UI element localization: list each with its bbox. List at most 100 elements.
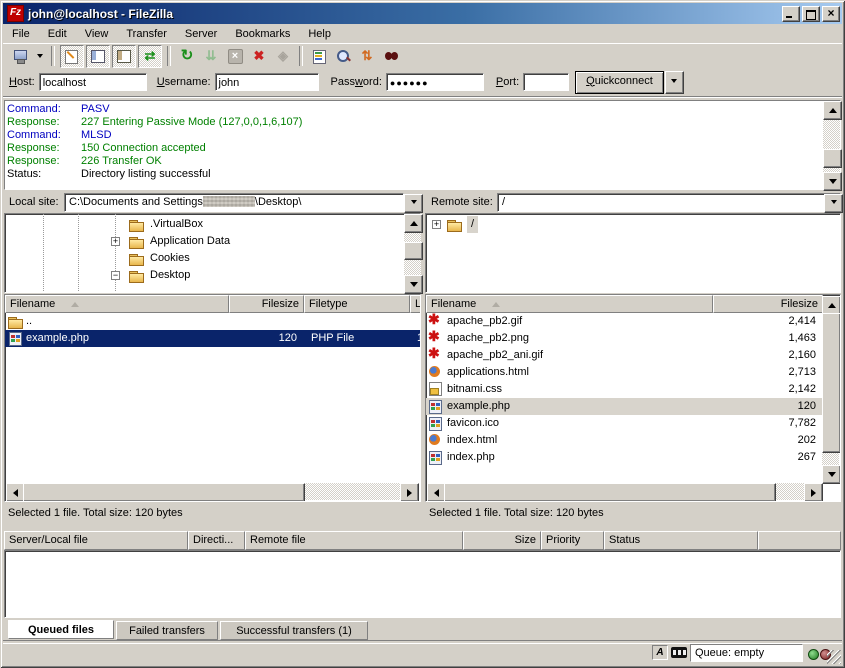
toggle-queue-button[interactable]: ⇄ (138, 45, 162, 68)
tab-queued-files[interactable]: Queued files (8, 620, 114, 639)
disconnect-button[interactable]: ✖ (248, 46, 270, 67)
expand-plus-icon[interactable]: + (432, 220, 441, 229)
maximize-button[interactable] (802, 6, 820, 22)
tab-failed-transfers[interactable]: Failed transfers (116, 621, 218, 640)
username-input[interactable]: john (215, 73, 319, 91)
column-header-filesize[interactable]: Filesize (229, 295, 304, 313)
process-queue-button[interactable]: ⇊ (200, 46, 222, 67)
expand-plus-icon[interactable]: + (111, 237, 120, 246)
remote-list-hscrollbar[interactable] (427, 483, 823, 500)
menu-help[interactable]: Help (299, 26, 340, 42)
menu-transfer[interactable]: Transfer (117, 26, 176, 42)
local-tree-scrollbar[interactable] (404, 214, 421, 292)
refresh-icon: ↻ (179, 48, 195, 64)
menu-view[interactable]: View (76, 26, 118, 42)
file-row[interactable]: index.php 267 (426, 449, 823, 466)
local-tree-pane[interactable]: .VirtualBox + Application Data Cookies −… (4, 213, 421, 293)
datatype-indicator[interactable]: A (652, 645, 668, 660)
file-row[interactable]: ✱ apache_pb2.gif 2,414 (426, 313, 823, 330)
tree-item-desktop[interactable]: − Desktop (5, 267, 405, 284)
port-input[interactable] (523, 73, 569, 91)
column-header-server-local-file[interactable]: Server/Local file (4, 531, 188, 550)
toggle-remote-tree-button[interactable] (112, 45, 136, 68)
scroll-down-arrow[interactable] (404, 275, 423, 294)
quickconnect-dropdown[interactable] (665, 71, 684, 94)
host-input[interactable]: localhost (39, 73, 147, 91)
remote-list-vscrollbar[interactable] (822, 296, 839, 484)
menu-server[interactable]: Server (176, 26, 226, 42)
menu-file[interactable]: File (3, 26, 39, 42)
title-bar[interactable]: Fz john@localhost - FileZilla × (3, 3, 842, 24)
menu-edit[interactable]: Edit (39, 26, 76, 42)
directory-comparison-button[interactable] (332, 46, 354, 67)
local-site-combo-arrow[interactable] (404, 194, 423, 213)
minimize-button[interactable] (782, 6, 800, 22)
collapse-minus-icon[interactable]: − (111, 271, 120, 280)
log-scrollbar[interactable] (823, 101, 840, 189)
local-list-hscrollbar[interactable] (6, 483, 419, 500)
toggle-message-log-button[interactable] (60, 45, 84, 68)
tree-item-application-data[interactable]: + Application Data (5, 233, 405, 250)
column-header-direction[interactable]: Directi... (188, 531, 245, 550)
column-header-filetype[interactable]: Filetype (304, 295, 410, 313)
tab-successful-transfers[interactable]: Successful transfers (1) (220, 621, 368, 640)
file-row[interactable]: index.html 202 (426, 432, 823, 449)
file-row[interactable]: ✱ apache_pb2.png 1,463 (426, 330, 823, 347)
quickconnect-button[interactable]: Quickconnect (575, 71, 664, 94)
menu-bookmarks[interactable]: Bookmarks (226, 26, 299, 42)
close-button[interactable]: × (822, 6, 840, 22)
scroll-up-arrow[interactable] (404, 214, 423, 233)
column-header-filesize[interactable]: Filesize (713, 295, 823, 313)
file-row[interactable]: applications.html 2,713 (426, 364, 823, 381)
port-label: Port: (496, 76, 519, 88)
cancel-button[interactable]: × (224, 46, 246, 67)
menu-bar: File Edit View Transfer Server Bookmarks… (3, 24, 842, 43)
file-row[interactable]: bitnami.css 2,142 (426, 381, 823, 398)
file-row-selected[interactable]: example.php 120 PHP File 1 (5, 330, 421, 347)
file-row-up[interactable]: .. (5, 313, 421, 330)
scroll-down-arrow[interactable] (823, 172, 842, 191)
column-header-filename[interactable]: Filename (5, 295, 229, 313)
scrollbar-thumb[interactable] (444, 483, 776, 502)
tree-item-root[interactable]: + / (426, 216, 826, 233)
local-file-list[interactable]: Filename Filesize Filetype L .. example.… (4, 294, 421, 502)
remote-site-combo-arrow[interactable] (824, 194, 843, 213)
column-header-priority[interactable]: Priority (541, 531, 604, 550)
synchronized-browsing-button[interactable]: ⇅ (356, 46, 378, 67)
column-header-filename[interactable]: Filename (426, 295, 713, 313)
toggle-local-tree-button[interactable] (86, 45, 110, 68)
site-manager-dropdown[interactable] (34, 46, 46, 67)
local-site-combo[interactable]: C:\Documents and Settings\Desktop\ (64, 193, 404, 212)
speedlimit-indicator-icon[interactable] (671, 647, 687, 658)
scrollbar-thumb[interactable] (823, 149, 842, 168)
tree-item-virtualbox[interactable]: .VirtualBox (5, 216, 405, 233)
reconnect-button[interactable]: ◈ (272, 46, 294, 67)
password-input[interactable]: ●●●●●● (386, 73, 484, 91)
scroll-right-arrow[interactable] (400, 483, 419, 502)
column-header-size[interactable]: Size (463, 531, 541, 550)
column-header-modified[interactable]: L (410, 295, 421, 313)
refresh-button[interactable]: ↻ (176, 46, 198, 67)
remote-site-combo[interactable]: / (497, 193, 841, 212)
message-log[interactable]: Command:PASV Response:227 Entering Passi… (4, 100, 841, 190)
remote-file-list[interactable]: Filename Filesize ✱ apache_pb2.gif 2,414… (425, 294, 841, 502)
site-manager-button[interactable] (8, 46, 32, 67)
tree-item-cookies[interactable]: Cookies (5, 250, 405, 267)
queue-body[interactable] (4, 550, 841, 618)
resize-grip[interactable] (827, 650, 841, 664)
scrollbar-thumb[interactable] (404, 242, 423, 260)
scroll-down-arrow[interactable] (822, 465, 841, 484)
file-row[interactable]: favicon.ico 7,782 (426, 415, 823, 432)
scrollbar-thumb[interactable] (822, 313, 841, 453)
column-header-status[interactable]: Status (604, 531, 758, 550)
find-files-button[interactable] (380, 46, 402, 67)
file-row-selected[interactable]: example.php 120 (426, 398, 823, 415)
file-row[interactable]: ✱ apache_pb2_ani.gif 2,160 (426, 347, 823, 364)
remote-tree-pane[interactable]: + / (425, 213, 841, 293)
scrollbar-thumb[interactable] (23, 483, 305, 502)
column-header-remote-file[interactable]: Remote file (245, 531, 463, 550)
scroll-up-arrow[interactable] (823, 101, 842, 120)
scroll-right-arrow[interactable] (804, 483, 823, 502)
image-file-icon: ✱ (428, 313, 443, 326)
directory-filters-button[interactable] (308, 46, 330, 67)
